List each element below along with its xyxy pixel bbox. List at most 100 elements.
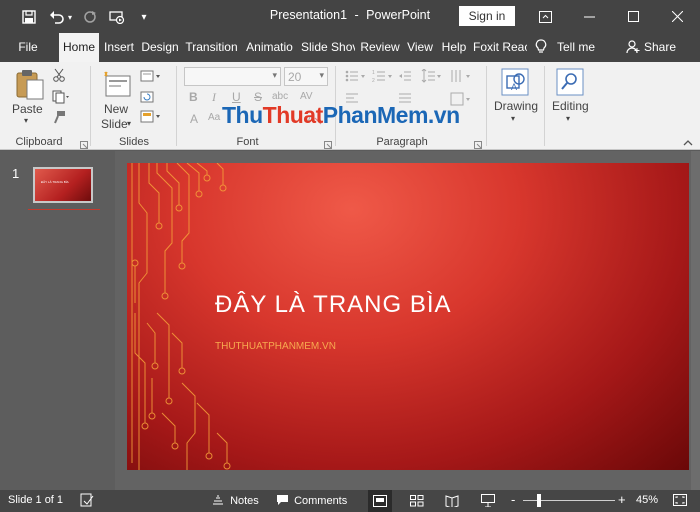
editing-icon[interactable]	[556, 68, 584, 99]
font-group-label: Font	[236, 136, 259, 148]
ribbon-display-options-icon[interactable]	[522, 0, 568, 33]
paste-dropdown-icon[interactable]: ▾	[24, 116, 28, 125]
separator	[176, 66, 177, 146]
slide-thumbnail-title: ĐÂY LÀ TRANG BÌA	[41, 180, 69, 184]
new-slide-dropdown-icon[interactable]: ▾	[127, 119, 131, 128]
zoom-in-button[interactable]: +	[618, 492, 626, 507]
comments-button[interactable]: Comments	[276, 494, 347, 507]
minimize-icon[interactable]	[566, 0, 612, 33]
slide-canvas[interactable]: ĐÂY LÀ TRANG BÌA THUTHUATPHANMEM.VN	[127, 163, 689, 470]
separator	[486, 66, 487, 146]
change-case-button[interactable]: Aa	[208, 112, 220, 123]
sign-in-button[interactable]: Sign in	[459, 6, 515, 26]
collapse-ribbon-icon[interactable]	[683, 136, 693, 150]
separator	[90, 66, 91, 146]
font-name-field[interactable]: ▾	[184, 67, 281, 86]
slide-sorter-icon[interactable]	[410, 495, 424, 510]
clipboard-launcher-icon[interactable]	[80, 138, 88, 152]
watermark-part-3: PhanMem.vn	[322, 102, 460, 128]
slides-group-label: Slides	[119, 136, 149, 148]
paragraph-launcher-icon[interactable]	[474, 138, 482, 152]
tab-file[interactable]: File	[10, 33, 46, 62]
numbering-icon[interactable]: 12	[372, 69, 394, 86]
tab-help[interactable]: Help	[440, 33, 468, 62]
status-bar: Slide 1 of 1 Notes Comments - + 45%	[0, 490, 700, 512]
tab-slide-show[interactable]: Slide Shov	[301, 33, 355, 62]
normal-view-icon	[373, 495, 387, 507]
notes-icon	[213, 495, 223, 505]
drawing-dropdown-icon[interactable]: ▾	[511, 114, 515, 123]
svg-text:2: 2	[372, 78, 375, 83]
reset-icon[interactable]	[140, 90, 154, 107]
new-slide-icon[interactable]	[102, 70, 132, 103]
drawing-icon[interactable]: A	[501, 68, 529, 99]
share-label: Share	[644, 40, 677, 54]
font-size-dropdown-icon[interactable]: ▾	[319, 70, 324, 81]
share-button[interactable]: Share	[626, 33, 686, 62]
maximize-icon[interactable]	[610, 0, 656, 33]
comments-label: Comments	[294, 495, 348, 507]
layout-icon[interactable]	[140, 70, 162, 85]
ribbon-tabs: File Home Insert Design Transition Anima…	[0, 33, 700, 62]
line-spacing-icon[interactable]	[420, 68, 442, 86]
paste-label[interactable]: Paste	[12, 102, 43, 116]
text-effects-button[interactable]: A	[190, 112, 198, 126]
new-slide-label[interactable]: New	[104, 102, 128, 116]
slideshow-view-icon[interactable]	[481, 494, 495, 510]
tell-me-box[interactable]: Tell me	[535, 33, 605, 62]
watermark-part-1: Thu	[222, 102, 263, 128]
insertion-line	[28, 209, 100, 210]
font-launcher-icon[interactable]	[324, 138, 332, 152]
slide-subtitle[interactable]: THUTHUATPHANMEM.VN	[215, 341, 336, 352]
title-separator: -	[354, 8, 359, 22]
tab-foxit-reader[interactable]: Foxit Reac	[473, 33, 527, 62]
tab-review[interactable]: Review	[359, 33, 401, 62]
watermark-part-2: Thuat	[262, 102, 324, 128]
text-shadow-button[interactable]: abc	[272, 91, 288, 102]
section-icon[interactable]	[140, 110, 162, 127]
slide-thumbnail-number: 1	[12, 166, 20, 181]
comment-icon	[277, 495, 288, 505]
title-app: PowerPoint	[366, 8, 431, 22]
normal-view-button[interactable]	[368, 490, 392, 512]
tab-animations[interactable]: Animatio	[243, 33, 296, 62]
character-spacing-button[interactable]: AV	[300, 91, 313, 102]
slide-label[interactable]: Slide	[101, 117, 128, 131]
editing-label[interactable]: Editing	[552, 99, 589, 113]
watermark-logo: ThuThuatPhanMem.vn	[222, 102, 460, 129]
font-name-dropdown-icon[interactable]: ▾	[272, 70, 277, 81]
tab-insert[interactable]: Insert	[102, 33, 136, 62]
clipboard-group-label: Clipboard	[15, 136, 63, 148]
columns-icon[interactable]	[450, 69, 472, 86]
drawing-label[interactable]: Drawing	[494, 99, 538, 113]
fit-slide-icon[interactable]	[673, 494, 687, 510]
close-icon[interactable]	[654, 0, 700, 33]
paste-icon[interactable]	[15, 68, 45, 103]
font-size-value: 20	[288, 70, 302, 84]
zoom-slider-thumb[interactable]	[537, 494, 541, 507]
decrease-indent-icon[interactable]	[398, 69, 412, 86]
zoom-out-button[interactable]: -	[511, 492, 515, 507]
tab-home[interactable]: Home	[59, 33, 99, 62]
copy-icon[interactable]	[52, 90, 70, 107]
font-size-field[interactable]: 20 ▾	[284, 67, 328, 86]
paragraph-group-label: Paragraph	[376, 136, 428, 148]
slide-title[interactable]: ĐÂY LÀ TRANG BÌA	[215, 291, 452, 319]
spell-check-icon[interactable]	[80, 493, 94, 510]
tell-me-label: Tell me	[557, 40, 596, 54]
notes-button[interactable]: Notes	[212, 494, 259, 507]
tab-view[interactable]: View	[404, 33, 436, 62]
tab-design[interactable]: Design	[140, 33, 180, 62]
italic-button[interactable]: I	[212, 90, 216, 105]
editing-dropdown-icon[interactable]: ▾	[566, 114, 570, 123]
vertical-scrollbar[interactable]	[691, 151, 700, 490]
bold-button[interactable]: B	[189, 90, 198, 104]
cut-icon[interactable]	[52, 68, 66, 85]
tab-transitions[interactable]: Transition	[184, 33, 239, 62]
slide-thumbnail[interactable]: ĐÂY LÀ TRANG BÌA	[33, 167, 93, 203]
reading-view-icon[interactable]	[445, 495, 459, 510]
person-icon	[626, 40, 640, 54]
zoom-level[interactable]: 45%	[636, 494, 658, 506]
bullets-icon[interactable]	[345, 69, 367, 86]
format-painter-icon[interactable]	[52, 110, 66, 127]
